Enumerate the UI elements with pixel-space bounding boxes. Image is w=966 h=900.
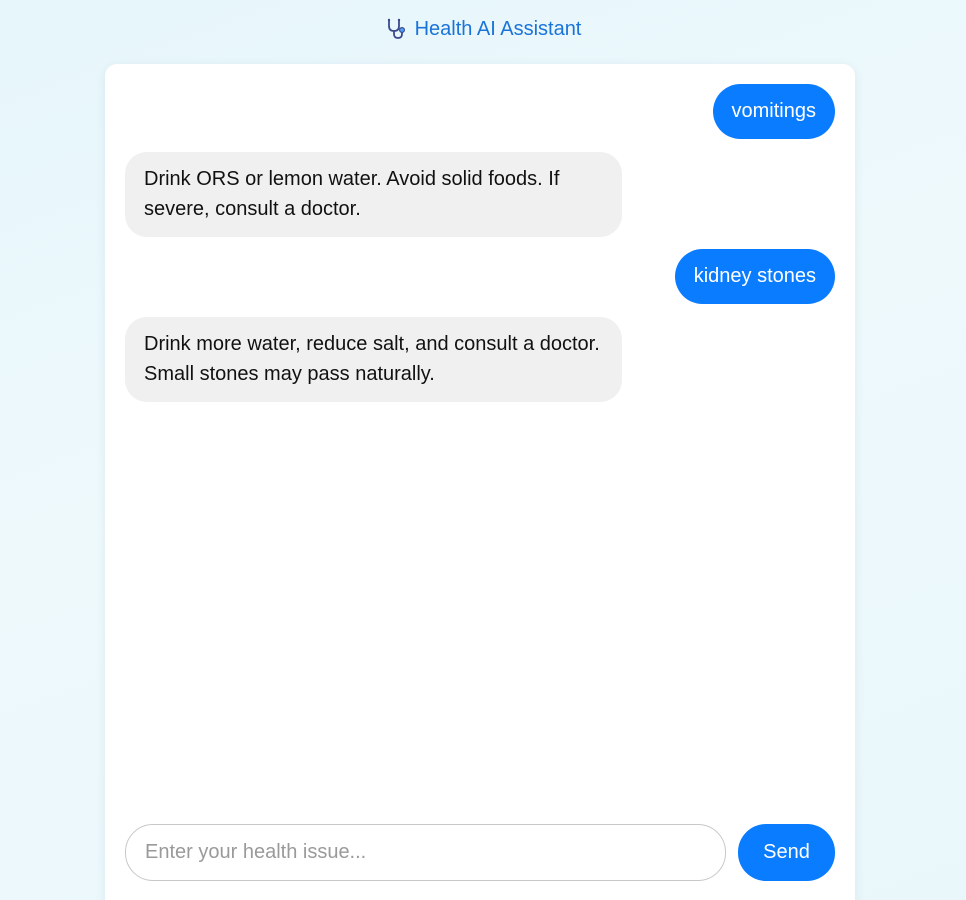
user-message: kidney stones — [674, 249, 835, 304]
composer: Send — [125, 824, 835, 881]
stethoscope-icon — [385, 18, 407, 40]
user-message: vomitings — [712, 84, 835, 139]
chat-card: vomitings Drink ORS or lemon water. Avoi… — [105, 64, 855, 900]
assistant-message: Drink more water, reduce salt, and consu… — [125, 317, 622, 402]
health-issue-input[interactable] — [125, 824, 726, 881]
send-button[interactable]: Send — [738, 824, 835, 881]
page-title: Health AI Assistant — [414, 18, 582, 40]
assistant-message: Drink ORS or lemon water. Avoid solid fo… — [125, 152, 622, 237]
app-header: Health AI Assistant — [0, 14, 966, 44]
